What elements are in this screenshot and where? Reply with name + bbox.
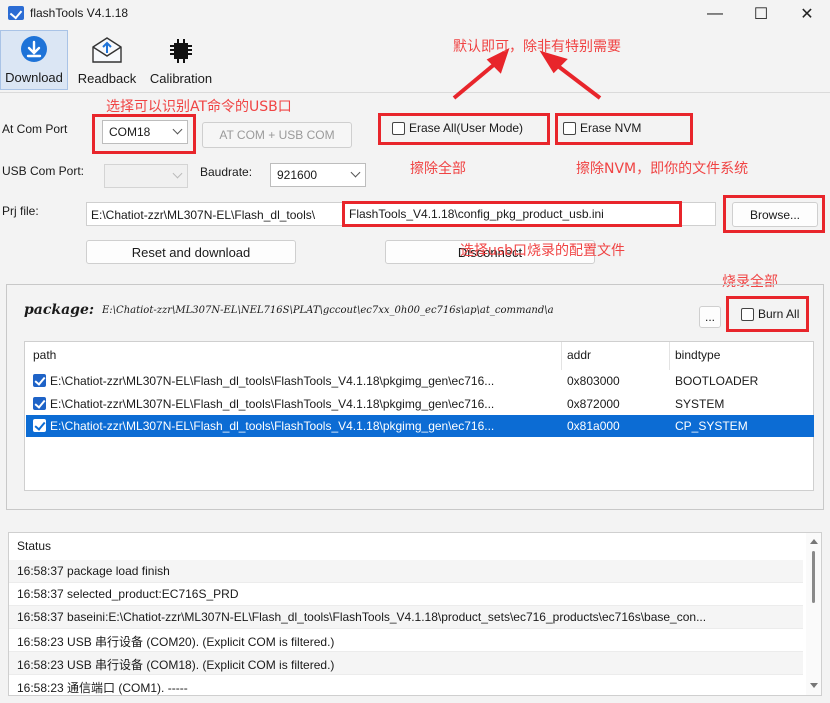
table-row[interactable]: E:\Chatiot-zzr\ML307N-EL\Flash_dl_tools\… (26, 393, 814, 415)
erase-all-checkbox[interactable]: Erase All(User Mode) (392, 121, 523, 135)
prj-file-highlight: FlashTools_V4.1.18\config_pkg_product_us… (342, 201, 682, 227)
chevron-down-icon (172, 168, 183, 179)
chip-icon (170, 39, 192, 63)
row-path: E:\Chatiot-zzr\ML307N-EL\Flash_dl_tools\… (50, 419, 495, 433)
burn-all-box (741, 307, 754, 321)
close-button[interactable]: ✕ (784, 0, 830, 28)
toolbar-calibration-label: Calibration (149, 71, 213, 86)
package-table: path addr bindtype E:\Chatiot-zzr\ML307N… (24, 341, 814, 491)
annotation-select-port: 选择可以识别AT命令的USB口 (106, 99, 292, 115)
row-checkbox[interactable] (33, 397, 46, 410)
row-path: E:\Chatiot-zzr\ML307N-EL\Flash_dl_tools\… (50, 397, 495, 411)
toolbar-calibration-button[interactable]: Calibration (144, 30, 218, 90)
package-label: package: (24, 302, 95, 318)
chevron-down-icon (172, 124, 183, 135)
annotation-erase-all: 擦除全部 (410, 161, 466, 177)
package-path: E:\Chatiot-zzr\ML307N-EL\NEL716S\PLAT\gc… (102, 305, 554, 316)
minimize-button[interactable]: — (692, 0, 738, 28)
status-log[interactable]: Status 16:58:37 package load finish 16:5… (8, 532, 822, 696)
log-scroll-thumb[interactable] (812, 551, 815, 603)
baudrate-label: Baudrate: (200, 165, 253, 179)
column-divider (561, 342, 562, 370)
row-path: E:\Chatiot-zzr\ML307N-EL\Flash_dl_tools\… (50, 374, 495, 388)
row-addr: 0x81a000 (567, 419, 620, 433)
toolbar-download-button[interactable]: Download (0, 30, 68, 90)
prj-file-highlighted-text: FlashTools_V4.1.18\config_pkg_product_us… (349, 207, 604, 221)
prj-file-label: Prj file: (2, 204, 39, 218)
baudrate-select[interactable]: 921600 (270, 163, 366, 187)
browse-button[interactable]: Browse... (732, 202, 818, 227)
log-header: Status (17, 539, 52, 553)
log-line: 16:58:37 baseini:E:\Chatiot-zzr\ML307N-E… (9, 606, 803, 629)
download-icon (21, 36, 47, 62)
burn-all-checkbox[interactable]: Burn All (741, 307, 799, 321)
chevron-down-icon (350, 167, 361, 178)
at-com-value: COM18 (109, 125, 151, 139)
toolbar-download-label: Download (5, 70, 63, 85)
prj-file-prefix: E:\Chatiot-zzr\ML307N-EL\Flash_dl_tools\ (91, 208, 316, 222)
column-header-path[interactable]: path (33, 348, 56, 362)
erase-nvm-checkbox[interactable]: Erase NVM (563, 121, 641, 135)
table-row[interactable]: E:\Chatiot-zzr\ML307N-EL\Flash_dl_tools\… (26, 370, 814, 392)
baudrate-value: 921600 (277, 168, 318, 182)
row-addr: 0x872000 (567, 397, 620, 411)
column-header-addr[interactable]: addr (567, 348, 591, 362)
row-addr: 0x803000 (567, 374, 620, 388)
maximize-button[interactable]: ☐ (738, 0, 784, 28)
log-line: 16:58:37 selected_product:EC716S_PRD (9, 583, 803, 606)
table-row-selected[interactable]: E:\Chatiot-zzr\ML307N-EL\Flash_dl_tools\… (26, 415, 814, 437)
log-line: 16:58:23 USB 串行设备 (COM20). (Explicit COM… (9, 629, 803, 652)
scroll-down-icon[interactable] (810, 683, 818, 688)
toolbar-divider (0, 92, 830, 93)
usb-com-label: USB Com Port: (2, 164, 85, 178)
row-bindtype: CP_SYSTEM (675, 419, 748, 433)
package-browse-button[interactable]: ... (699, 306, 721, 328)
title-bar: flashTools V4.1.18 — ☐ ✕ (0, 0, 830, 28)
scroll-up-icon[interactable] (810, 539, 818, 544)
annotation-config-file: 选择usb口烧录的配置文件 (460, 243, 626, 259)
usb-com-select[interactable] (104, 164, 188, 188)
row-checkbox[interactable] (33, 374, 46, 387)
reset-and-download-button[interactable]: Reset and download (86, 240, 296, 264)
row-checkbox[interactable] (33, 419, 46, 432)
log-line: 16:58:23 USB 串行设备 (COM18). (Explicit COM… (9, 652, 803, 675)
readback-icon (92, 37, 122, 63)
annotation-erase-nvm: 擦除NVM，即你的文件系统 (576, 161, 749, 177)
at-com-usb-com-button[interactable]: AT COM + USB COM (202, 122, 352, 148)
erase-all-label: Erase All(User Mode) (409, 121, 524, 135)
annotation-default: 默认即可，除非有特别需要 (453, 39, 621, 55)
erase-all-box (392, 121, 405, 135)
log-line: 16:58:37 package load finish (9, 560, 803, 583)
row-bindtype: BOOTLOADER (675, 374, 759, 388)
at-com-label: At Com Port (2, 122, 68, 136)
row-bindtype: SYSTEM (675, 397, 725, 411)
log-line: 16:58:23 通信端口 (COM1). ----- (9, 675, 803, 695)
erase-nvm-label: Erase NVM (580, 121, 642, 135)
app-icon (8, 6, 24, 20)
toolbar-readback-button[interactable]: Readback (72, 30, 142, 90)
toolbar-readback-label: Readback (77, 71, 137, 86)
at-com-select[interactable]: COM18 (102, 120, 188, 144)
column-divider (669, 342, 670, 370)
erase-nvm-box (563, 121, 576, 135)
burn-all-label: Burn All (758, 307, 800, 321)
column-header-bindtype[interactable]: bindtype (675, 348, 720, 362)
window-title: flashTools V4.1.18 (30, 6, 129, 20)
